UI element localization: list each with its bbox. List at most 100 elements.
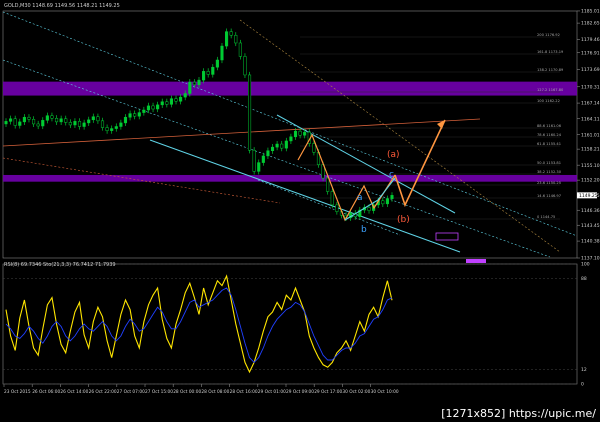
candle-body [36,123,40,127]
candle-body [289,136,293,142]
price-pane-frame [2,10,578,259]
price-pane-title: GOLD,M30 1148.69 1149.56 1148.21 1149.25 [4,3,120,9]
candle-body [82,122,86,127]
time-tick-label: 27 Oct 15:00 [145,389,173,395]
last-price-label: 1149.25 [579,193,598,199]
fib-level-label: 50.0 1153.81 [537,161,561,165]
price-tick-label: 1152.20 [581,178,600,184]
time-tick-label: 26 Oct 14:00 [60,389,88,395]
candle-body [73,121,77,126]
time-tick-label: 23 Oct 2015 [4,389,31,395]
candle-body [50,115,54,119]
time-tick-label: 30 Oct 02:00 [342,389,370,395]
price-tick-label: 1146.36 [581,208,600,214]
candle-body [133,113,137,117]
zone-resistance [3,81,577,96]
candle-body [105,127,109,131]
zone-support [3,174,577,182]
channel-upper-dotted [2,11,578,237]
candle-body [59,118,63,123]
time-tick-label: 26 Oct 22:00 [89,389,117,395]
image-watermark: [1271x852] https://upic.me/ [441,407,596,420]
fib-level-label: 200 1176.92 [537,33,560,37]
candle-body [202,71,206,81]
time-tick-label: 28 Oct 08:00 [201,389,229,395]
channel-lower [149,139,461,253]
rsi-tick-label: 0 [581,382,584,388]
candle-body [243,56,247,76]
rsi-tick-label: 100 [581,262,590,268]
wave-label-a: a [357,193,363,203]
candle-body [77,121,82,127]
candle-body [298,130,302,136]
wave-label-a-paren: (a) [387,150,400,160]
candle-body [229,31,233,36]
candle-body [137,112,141,117]
candle-body [22,116,26,123]
time-tick-label: 27 Oct 07:00 [117,389,145,395]
candle-body [13,118,17,126]
candle-body [312,143,316,153]
candle-body [247,74,252,151]
candle-body [206,71,210,75]
candle-body [100,120,105,128]
fib-level-label: 127.2 1167.80 [537,88,564,92]
candle-body [270,146,275,151]
candle-body [123,116,128,124]
stochastic-line [5,287,393,364]
candle-body [160,101,164,106]
rsi-tick-label: 88 [581,276,587,282]
wave-label-b-paren: (b) [397,215,410,225]
price-tick-label: 1179.46 [581,37,600,43]
candle-body [220,45,224,61]
price-tick-label: 1170.31 [581,84,600,90]
fib-level-label: 14.6 1146.97 [537,194,561,198]
time-tick-label: 26 Oct 06:00 [32,389,60,395]
candle-body [266,150,270,157]
candle-body [303,131,307,136]
fib-level-label: 23.6 1150.25 [537,181,561,185]
candle-body [225,31,229,47]
candle-body [293,130,298,138]
wave-label-c: c [389,170,394,180]
candle-body [261,155,265,163]
price-tick-label: 1143.45 [581,223,600,229]
fib-level-label: 78.6 1160.24 [537,133,562,137]
candle-body [174,98,178,102]
fib-level-label: 88.6 1161.06 [537,124,562,128]
candle-body [165,101,169,105]
candle-body [110,128,114,131]
time-tick-label: 29 Oct 09:00 [286,389,314,395]
candle-body [54,118,59,123]
fib-level-label: 138.2 1170.89 [537,68,564,72]
time-tick-label: 28 Oct 00:00 [173,389,201,395]
fib-level-label: 100 1162.22 [537,99,560,103]
fib-level-label: 61.8 1155.41 [537,142,561,146]
fib-level-label: 161.8 1173.19 [537,50,564,54]
price-tick-label: 1167.14 [581,101,600,107]
candle-body [41,120,45,127]
candle-body [330,191,334,206]
candle-body [91,116,95,121]
pending-price-box [435,232,459,241]
candle-body [64,118,68,123]
candle-body [45,115,49,121]
time-tick-label: 29 Oct 17:00 [314,389,342,395]
time-tick-label: 28 Oct 16:00 [230,389,258,395]
wave-path-projection [394,119,446,208]
candle-body [381,200,385,205]
candle-body [4,121,8,125]
candle-body [280,143,284,149]
candle-body [32,119,36,125]
candle-body [192,81,196,85]
candle-body [27,116,31,120]
candle-body [275,143,279,148]
time-tick-label: 30 Oct 10:00 [371,389,399,395]
price-tick-label: 1155.10 [581,163,600,169]
candle-body [18,121,22,126]
candle-body [96,116,100,122]
price-tick-label: 1176.91 [581,50,600,56]
price-tick-label: 1161.01 [581,132,600,138]
price-tick-label: 1164.11 [581,116,600,122]
candle-body [128,113,132,118]
